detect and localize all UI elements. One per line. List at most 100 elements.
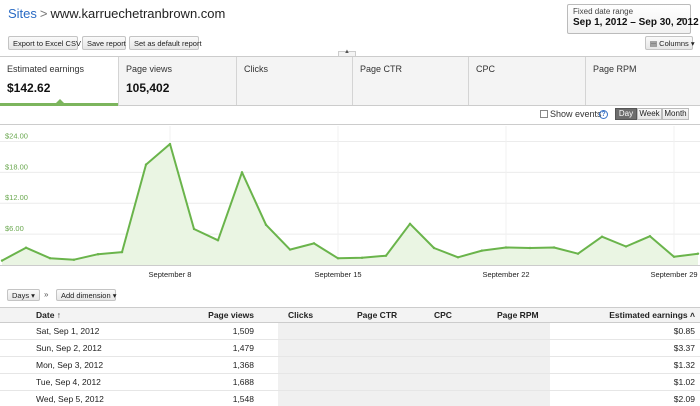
data-point (600, 235, 604, 238)
data-point (672, 255, 676, 258)
cell-earnings: $0.85 (673, 326, 695, 336)
data-point (0, 259, 4, 262)
date-range-picker[interactable]: Fixed date range Sep 1, 2012 – Sep 30, 2… (567, 4, 699, 34)
y-tick-label: $6.00 (5, 224, 24, 233)
y-tick-label: $12.00 (5, 193, 28, 202)
date-range-label: Fixed date range (573, 7, 634, 16)
metric-tab-cpc[interactable]: CPC (469, 57, 586, 105)
data-point (216, 239, 220, 242)
metric-tab-page-rpm[interactable]: Page RPM (586, 57, 700, 105)
report-table: Date ↑ Page views Clicks Page CTR CPC Pa… (0, 307, 700, 406)
cell-date: Mon, Sep 3, 2012 (36, 360, 104, 370)
days-dimension-button[interactable]: Days ▾ (7, 289, 40, 301)
header: Sites > www.karruechetranbrown.com Fixed d… (0, 0, 700, 34)
cell-earnings: $1.32 (673, 360, 695, 370)
data-point (120, 250, 124, 254)
cell-page-views: 1,509 (232, 326, 254, 336)
data-point (24, 246, 28, 249)
data-point (552, 246, 556, 249)
export-csv-button[interactable]: Export to Excel CSV (8, 36, 81, 50)
table-row: Sat, Sep 1, 2012 1,509 $0.85 (0, 323, 700, 340)
data-point (336, 257, 340, 260)
data-point (408, 222, 412, 226)
column-header-date[interactable]: Date ↑ (36, 310, 61, 320)
metric-value: $142.62 (7, 81, 51, 95)
granularity-month-button[interactable]: Month (662, 108, 689, 120)
data-point (504, 246, 508, 249)
cell-page-views: 1,368 (232, 360, 254, 370)
add-dimension-button[interactable]: Add dimension ▾ (56, 289, 116, 301)
table-row: Sun, Sep 2, 2012 1,479 $3.37 (0, 340, 700, 357)
cell-date: Sat, Sep 1, 2012 (36, 326, 100, 336)
earnings-chart-svg: $24.00 $18.00 $12.00 $6.00 September 8 Septem… (0, 124, 700, 279)
metric-tab-page-views[interactable]: Page views 105,402 (119, 57, 237, 105)
help-icon[interactable]: ? (599, 110, 608, 119)
column-header-page-rpm[interactable]: Page RPM (497, 310, 539, 320)
table-row: Mon, Sep 3, 2012 1,368 $1.32 (0, 357, 700, 374)
data-point (264, 223, 268, 227)
breadcrumb-separator: > (39, 6, 48, 21)
cell-page-views: 1,688 (232, 377, 254, 387)
data-point (72, 258, 76, 261)
x-tick-label: September 15 (314, 270, 361, 279)
earnings-area (2, 144, 698, 265)
data-point (480, 249, 484, 252)
metric-tabs: Estimated earnings $142.62 Page views 10… (0, 56, 700, 106)
data-point (624, 245, 628, 248)
column-header-page-views[interactable]: Page views (208, 310, 254, 320)
metric-value: 105,402 (126, 81, 170, 95)
data-point (48, 257, 52, 260)
table-row: Wed, Sep 5, 2012 1,548 $2.09 (0, 391, 700, 406)
granularity-week-button[interactable]: Week (637, 108, 662, 120)
metric-label: Page views (126, 64, 173, 74)
cell-page-views: 1,479 (232, 343, 254, 353)
chevron-down-icon: ▼ (679, 17, 686, 24)
show-events-toggle[interactable]: Show events (540, 109, 602, 119)
breadcrumb: Sites > www.karruechetranbrown.com (8, 6, 225, 21)
x-tick-label: September 22 (482, 270, 529, 279)
data-point (144, 163, 148, 166)
earnings-series-line (1, 143, 699, 262)
set-default-report-button[interactable]: Set as default report (129, 36, 202, 50)
table-row: Tue, Sep 4, 2012 1,688 $1.02 (0, 374, 700, 391)
granularity-day-button[interactable]: Day (615, 108, 637, 120)
cell-date: Sun, Sep 2, 2012 (36, 343, 102, 353)
y-tick-label: $24.00 (5, 131, 28, 140)
cell-earnings: $3.37 (673, 343, 695, 353)
breadcrumb-sites-link[interactable]: Sites (8, 6, 37, 21)
x-tick-label: September 29 (650, 270, 697, 279)
data-point (168, 142, 172, 146)
metric-tab-clicks[interactable]: Clicks (237, 57, 353, 105)
column-header-cpc[interactable]: CPC (434, 310, 452, 320)
cell-date: Wed, Sep 5, 2012 (36, 394, 104, 404)
active-indicator (56, 99, 64, 103)
x-tick-label: September 8 (149, 270, 192, 279)
column-header-page-ctr[interactable]: Page CTR (357, 310, 397, 320)
columns-button[interactable]: ▤ Columns ▾ (645, 36, 695, 50)
data-point (528, 246, 532, 250)
show-events-label: Show events (550, 109, 602, 119)
metric-tab-page-ctr[interactable]: Page CTR (353, 57, 469, 105)
chevron-up-icon: ▲ (344, 49, 350, 55)
data-point (288, 248, 292, 251)
data-point (456, 256, 460, 259)
column-header-estimated-earnings[interactable]: Estimated earnings ˄ (609, 310, 695, 320)
table-controls: Days ▾ » Add dimension ▾ (0, 286, 700, 306)
data-point (96, 253, 100, 256)
show-events-checkbox[interactable] (540, 110, 548, 118)
data-point (576, 252, 580, 255)
cell-earnings: $2.09 (673, 394, 695, 404)
column-header-clicks[interactable]: Clicks (288, 310, 313, 320)
save-report-button[interactable]: Save report (82, 36, 126, 50)
y-tick-label: $18.00 (5, 162, 28, 171)
chevron-right-icon[interactable]: » (44, 290, 48, 299)
metric-tab-estimated-earnings[interactable]: Estimated earnings $142.62 (0, 57, 119, 106)
data-point (648, 234, 652, 238)
data-point (432, 246, 436, 250)
earnings-chart: $24.00 $18.00 $12.00 $6.00 September 8 Septem… (0, 124, 700, 284)
metric-label: Page CTR (360, 64, 403, 74)
metric-label: Estimated earnings (7, 64, 85, 74)
chart-controls: Show events ? Day Week Month (0, 106, 700, 124)
data-point (384, 254, 388, 257)
data-point (696, 252, 700, 255)
